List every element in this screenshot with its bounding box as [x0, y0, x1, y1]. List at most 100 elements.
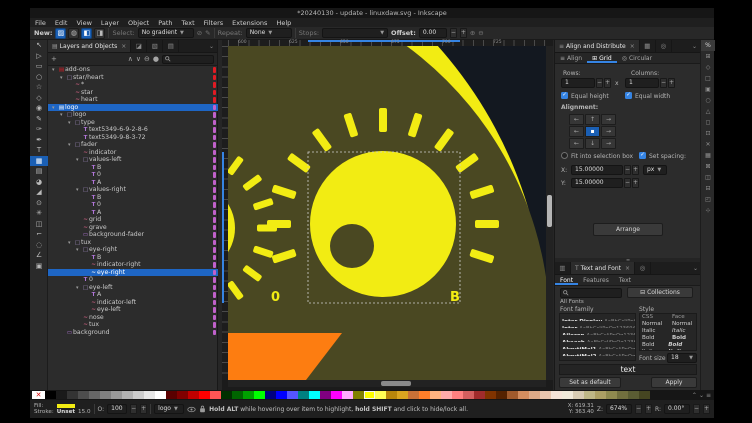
style-row-italic[interactable]: ItalicItalic: [640, 328, 696, 335]
swatch-ffffff[interactable]: [155, 391, 166, 399]
swatch-deaa87[interactable]: [529, 391, 540, 399]
swatch-003000[interactable]: [221, 391, 232, 399]
close-icon[interactable]: ×: [625, 265, 630, 272]
edit-gradient-icon[interactable]: ✎: [205, 29, 210, 37]
snap-bbox-corners-icon[interactable]: □: [701, 73, 715, 84]
swatch-a05a2c[interactable]: [507, 391, 518, 399]
font-row-inter[interactable]: Inter AaBbCcIiPpQq12369$€C: [560, 321, 635, 328]
tool-tweak[interactable]: ⊙: [30, 198, 48, 209]
repeat-dropdown[interactable]: None▼: [246, 28, 292, 38]
font-search-input[interactable]: [560, 288, 622, 298]
swatch-808000[interactable]: [353, 391, 364, 399]
swatch-1a1a1a[interactable]: [56, 391, 67, 399]
tab-layers-and-objects[interactable]: ▤ Layers and Objects ×: [48, 40, 131, 52]
tree-item-a[interactable]: TA: [48, 209, 218, 217]
tree-item-text5349-6-9-2-8-6[interactable]: Ttext5349-6-9-2-8-6: [48, 126, 218, 134]
font-row-akrutimal1[interactable]: AkrutiMal1 AaBbCcIiPpQq12369$€: [560, 342, 635, 349]
offset-decrement-button[interactable]: −: [450, 28, 457, 38]
snap-object-centers-icon[interactable]: ⊡: [701, 128, 715, 139]
tab-text-and-font[interactable]: T Text and Font ×: [571, 262, 635, 274]
collapse-dock-icon[interactable]: ⌄: [692, 40, 700, 52]
set-spacing-checkbox[interactable]: ✓: [639, 152, 646, 159]
tree-item-eye-left[interactable]: ~eye-left: [48, 306, 218, 314]
swatch-0000ff[interactable]: [276, 391, 287, 399]
tree-item-grave[interactable]: ~grave: [48, 224, 218, 232]
gradient-on-stroke-button[interactable]: ◨: [94, 28, 105, 39]
tool-pen[interactable]: ✑: [30, 124, 48, 135]
x-spacing-input[interactable]: 15.00000: [571, 165, 623, 175]
tree-item-0[interactable]: T0: [48, 171, 218, 179]
layer-visibility-eye-icon[interactable]: [187, 406, 196, 413]
linear-gradient-button[interactable]: ▨: [55, 28, 66, 39]
horizontal-scrollbar[interactable]: [228, 380, 546, 387]
swatch-daa520[interactable]: [397, 391, 408, 399]
y-decrement[interactable]: −: [624, 178, 631, 188]
tool-star[interactable]: ☆: [30, 82, 48, 93]
font-row-akrutitml1[interactable]: AkrutiTml1 AaBbCcIiPpQq12369$€: [560, 356, 635, 361]
equal-width-checkbox[interactable]: ✓: [625, 92, 632, 99]
snap-alignment-icon[interactable]: ◰: [701, 194, 715, 205]
swatch-ff5555[interactable]: [210, 391, 221, 399]
swatch-ffb380[interactable]: [430, 391, 441, 399]
zoom-input[interactable]: 674%: [606, 404, 632, 414]
tree-item-b[interactable]: TB: [48, 194, 218, 202]
palette-menu-icon[interactable]: ≡: [706, 392, 711, 399]
opacity-input[interactable]: 100: [107, 404, 127, 414]
menu-filters[interactable]: Filters: [204, 19, 223, 27]
tab-grid[interactable]: ⊞Grid: [587, 53, 617, 63]
swatch-800080[interactable]: [320, 391, 331, 399]
swatch-none[interactable]: ✕: [32, 391, 45, 399]
swatch-5a5c33[interactable]: [628, 391, 639, 399]
tool-zoom[interactable]: ◌: [30, 240, 48, 251]
tool-text[interactable]: T: [30, 145, 48, 156]
tree-item-0[interactable]: T0: [48, 201, 218, 209]
snap-text-baseline-icon[interactable]: ▦: [701, 150, 715, 161]
swatch-e9c6af[interactable]: [540, 391, 551, 399]
swatch-ff7f2a[interactable]: [419, 391, 430, 399]
tree-item-tux[interactable]: ▾□tux: [48, 239, 218, 247]
swatch-ffff00[interactable]: [364, 391, 375, 399]
y-increment[interactable]: +: [632, 178, 639, 188]
swatch-808080[interactable]: [100, 391, 111, 399]
tool-rectangle[interactable]: ▭: [30, 61, 48, 72]
swatch-5a0000[interactable]: [166, 391, 177, 399]
swatch-d35f5f[interactable]: [463, 391, 474, 399]
align-cell-2[interactable]: →: [601, 114, 616, 125]
columns-increment[interactable]: +: [668, 78, 675, 88]
font-row-akrutimal2[interactable]: AkrutiMal2 AaBbCcIiPpQq12369$€: [560, 349, 635, 356]
menu-extensions[interactable]: Extensions: [232, 19, 267, 27]
swatch-00a000[interactable]: [243, 391, 254, 399]
swatch-c87137[interactable]: [408, 391, 419, 399]
tool-selector[interactable]: ↖: [30, 40, 48, 51]
style-row-normal[interactable]: NormalNormal: [640, 321, 696, 328]
dock-tab-icon[interactable]: ▥: [555, 262, 571, 274]
layer-lock-icon[interactable]: [199, 405, 206, 413]
rows-increment[interactable]: +: [604, 78, 611, 88]
delete-item-button[interactable]: ⊖: [144, 55, 150, 63]
align-cell-3[interactable]: ←: [569, 126, 584, 137]
swatch-4d4d4d[interactable]: [78, 391, 89, 399]
rotation-decrement[interactable]: −: [693, 404, 700, 414]
snap-grid-icon[interactable]: ◫: [701, 172, 715, 183]
align-cell-8[interactable]: →: [601, 138, 616, 149]
x-decrement[interactable]: −: [624, 165, 631, 175]
tree-item-eye-left[interactable]: ▾□eye-left: [48, 284, 218, 292]
swatch-8f8a4f[interactable]: [606, 391, 617, 399]
snap-bbox-edges-icon[interactable]: ◇: [701, 62, 715, 73]
vertical-scrollbar[interactable]: [546, 46, 553, 380]
collections-button[interactable]: ⊟ Collections: [627, 287, 693, 298]
move-up-button[interactable]: ∧: [128, 55, 133, 63]
tree-item-fader[interactable]: ▾□fader: [48, 141, 218, 149]
menu-text[interactable]: Text: [182, 19, 195, 27]
swatch-b3b3b3[interactable]: [122, 391, 133, 399]
snap-nodes-icon[interactable]: ▣: [701, 84, 715, 95]
gradient-on-fill-button[interactable]: ◧: [81, 28, 92, 39]
move-down-button[interactable]: ∨: [136, 55, 141, 63]
style-row-bold[interactable]: BoldBold: [640, 335, 696, 342]
swatch-5555ff[interactable]: [287, 391, 298, 399]
font-size-dropdown[interactable]: 18▼: [667, 353, 697, 363]
swatch-d7cbb2[interactable]: [573, 391, 584, 399]
tree-item-star[interactable]: ~star: [48, 89, 218, 97]
eye-right-circle[interactable]: [310, 151, 456, 297]
swatch-716f3e[interactable]: [617, 391, 628, 399]
